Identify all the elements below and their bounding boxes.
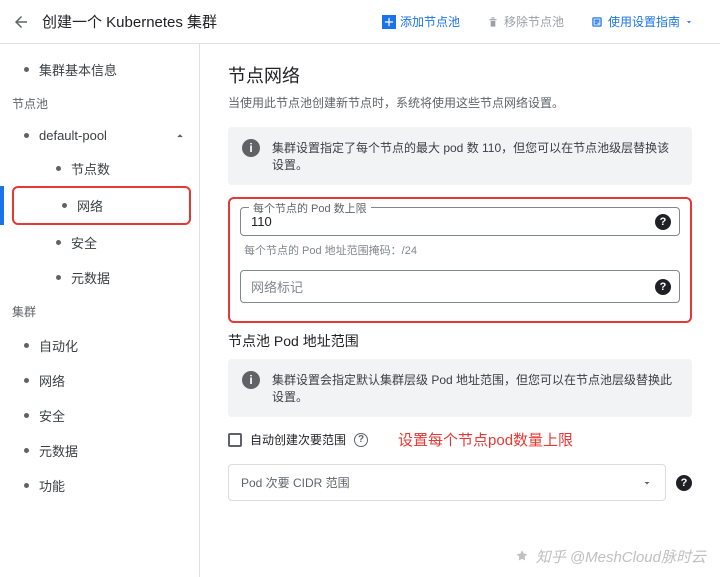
network-tag-field[interactable]: 网络标记 ?	[240, 270, 680, 303]
info-text: 集群设置会指定默认集群层级 Pod 地址范围，但您可以在节点池层级替换此设置。	[272, 371, 678, 405]
sidebar-section-node-pools: 节点池	[0, 87, 199, 120]
page-title: 创建一个 Kubernetes 集群	[42, 11, 217, 32]
cidr-select-row: Pod 次要 CIDR 范围 ?	[228, 464, 692, 501]
sidebar-item-features[interactable]: 功能	[0, 468, 199, 503]
sidebar-item-cluster-metadata[interactable]: 元数据	[0, 433, 199, 468]
sidebar-label: 自动化	[39, 336, 78, 355]
back-arrow-icon[interactable]	[12, 13, 30, 31]
info-banner-pod-range: i 集群设置会指定默认集群层级 Pod 地址范围，但您可以在节点池层级替换此设置…	[228, 359, 692, 417]
help-icon[interactable]: ?	[655, 214, 671, 230]
bullet-icon	[24, 448, 29, 453]
bullet-icon	[24, 343, 29, 348]
setup-guide-button[interactable]: 使用设置指南	[590, 13, 694, 30]
chevron-up-icon	[173, 129, 187, 143]
bullet-icon	[56, 240, 61, 245]
remove-node-pool-button: 移除节点池	[486, 13, 564, 30]
main-content: 节点网络 当使用此节点池创建新节点时，系统将使用这些节点网络设置。 i 集群设置…	[200, 44, 720, 577]
highlight-box: 每个节点的 Pod 数上限 110 ? 每个节点的 Pod 地址范围掩码：/24…	[228, 197, 692, 323]
dropdown-arrow-icon	[641, 477, 653, 489]
sidebar-label: 元数据	[39, 441, 78, 460]
remove-node-pool-label: 移除节点池	[504, 13, 564, 30]
sidebar-item-automation[interactable]: 自动化	[0, 328, 199, 363]
sidebar-item-default-pool[interactable]: default-pool	[0, 120, 199, 151]
add-node-pool-label: 添加节点池	[400, 13, 460, 30]
sidebar-item-cluster-security[interactable]: 安全	[0, 398, 199, 433]
pod-limit-field[interactable]: 每个节点的 Pod 数上限 110 ?	[240, 207, 680, 236]
info-banner-pod-max: i 集群设置指定了每个节点的最大 pod 数 110，但您可以在节点池级层替换该…	[228, 127, 692, 185]
pod-limit-label: 每个节点的 Pod 数上限	[249, 200, 371, 216]
sidebar-label: 安全	[39, 406, 65, 425]
sidebar-label: 节点数	[71, 159, 110, 178]
auto-create-range-checkbox[interactable]	[228, 433, 242, 447]
sidebar-section-label: 集群	[12, 303, 36, 320]
sidebar-label: 功能	[39, 476, 65, 495]
active-indicator	[0, 186, 4, 225]
info-icon: i	[242, 139, 260, 157]
sidebar-label: 安全	[71, 233, 97, 252]
cidr-range-placeholder: Pod 次要 CIDR 范围	[241, 474, 350, 491]
sidebar-label: 网络	[77, 196, 103, 215]
network-tag-placeholder: 网络标记	[251, 277, 645, 296]
help-icon[interactable]: ?	[676, 475, 692, 491]
pod-mask-note: 每个节点的 Pod 地址范围掩码：/24	[244, 242, 680, 258]
auto-create-range-row: 自动创建次要范围 ? 设置每个节点pod数量上限	[228, 429, 692, 450]
sidebar-item-pool-security[interactable]: 安全	[0, 225, 199, 260]
sidebar-label: default-pool	[39, 128, 107, 143]
sidebar-item-cluster-basics[interactable]: 集群基本信息	[0, 52, 199, 87]
sidebar-section-label: 节点池	[12, 95, 48, 112]
add-node-pool-button[interactable]: 添加节点池	[382, 13, 460, 30]
sidebar-item-node-count[interactable]: 节点数	[0, 151, 199, 186]
help-icon[interactable]: ?	[354, 433, 368, 447]
annotation-text: 设置每个节点pod数量上限	[398, 429, 573, 450]
sidebar: 集群基本信息 节点池 default-pool 节点数 网络	[0, 44, 200, 577]
cidr-range-select[interactable]: Pod 次要 CIDR 范围	[228, 464, 666, 501]
pod-range-heading: 节点池 Pod 地址范围	[228, 331, 692, 351]
bullet-icon	[62, 203, 67, 208]
sidebar-label: 集群基本信息	[39, 60, 117, 79]
bullet-icon	[24, 133, 29, 138]
top-bar: 创建一个 Kubernetes 集群 添加节点池 移除节点池 使用设置指南	[0, 0, 720, 44]
auto-create-range-label: 自动创建次要范围	[250, 431, 346, 448]
help-icon[interactable]: ?	[655, 279, 671, 295]
info-text: 集群设置指定了每个节点的最大 pod 数 110，但您可以在节点池级层替换该设置…	[272, 139, 678, 173]
sidebar-section-cluster: 集群	[0, 295, 199, 328]
main-heading: 节点网络	[228, 62, 692, 88]
bullet-icon	[24, 483, 29, 488]
sidebar-item-pool-network[interactable]: 网络	[14, 188, 189, 223]
bullet-icon	[24, 378, 29, 383]
bullet-icon	[24, 67, 29, 72]
pod-limit-value: 110	[251, 214, 645, 229]
sidebar-label: 元数据	[71, 268, 110, 287]
main-description: 当使用此节点池创建新节点时，系统将使用这些节点网络设置。	[228, 94, 692, 111]
info-icon: i	[242, 371, 260, 389]
sidebar-item-pool-metadata[interactable]: 元数据	[0, 260, 199, 295]
sidebar-label: 网络	[39, 371, 65, 390]
bullet-icon	[56, 166, 61, 171]
bullet-icon	[56, 275, 61, 280]
setup-guide-label: 使用设置指南	[608, 13, 680, 30]
sidebar-item-cluster-network[interactable]: 网络	[0, 363, 199, 398]
bullet-icon	[24, 413, 29, 418]
sidebar-item-network-highlight: 网络	[12, 186, 191, 225]
